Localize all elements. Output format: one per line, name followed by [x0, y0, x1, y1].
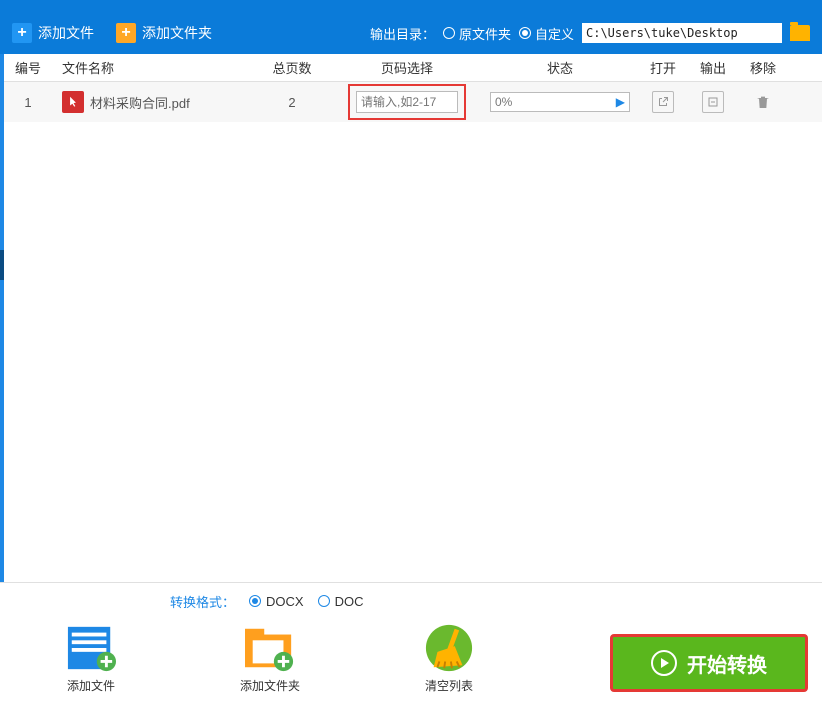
table-header: 编号 文件名称 总页数 页码选择 状态 打开 输出 移除: [0, 54, 822, 82]
row-remove: [738, 91, 788, 113]
add-file-big-label: 添加文件: [67, 677, 115, 694]
row-output: [688, 91, 738, 113]
radio-icon: [318, 595, 330, 607]
radio-icon-selected: [519, 27, 531, 39]
open-icon[interactable]: [652, 91, 674, 113]
titlebar: [0, 0, 822, 12]
col-remove: 移除: [738, 58, 788, 77]
row-filename: 材料采购合同.pdf: [90, 93, 190, 112]
top-toolbar: + 添加文件 + 添加文件夹 输出目录： 原文件夹 自定义: [0, 12, 822, 54]
trash-icon[interactable]: [752, 91, 774, 113]
format-label: 转换格式：: [170, 592, 235, 611]
col-open: 打开: [638, 58, 688, 77]
browse-folder-icon[interactable]: [790, 25, 810, 41]
col-status: 状态: [482, 58, 638, 77]
left-edge-scroll[interactable]: [0, 250, 4, 280]
clear-list-button[interactable]: 清空列表: [420, 623, 478, 694]
bottom-panel: 转换格式： DOCX DOC 添加文件: [0, 582, 822, 706]
row-page-select: [332, 84, 482, 120]
play-circle-icon: [651, 650, 677, 676]
add-file-label: 添加文件: [38, 23, 94, 43]
radio-icon: [443, 27, 455, 39]
clear-list-label: 清空列表: [425, 677, 473, 694]
format-row: 转换格式： DOCX DOC: [0, 583, 822, 619]
add-file-big-button[interactable]: 添加文件: [62, 623, 120, 694]
format-docx-radio[interactable]: DOCX: [249, 594, 304, 609]
start-convert-button[interactable]: 开始转换: [610, 634, 808, 692]
col-num: 编号: [4, 58, 52, 77]
play-icon: ▶: [616, 95, 625, 109]
broom-icon: [420, 623, 478, 673]
output-dir-label: 输出目录：: [370, 24, 435, 43]
add-folder-big-button[interactable]: 添加文件夹: [240, 623, 300, 694]
row-num: 1: [4, 95, 52, 110]
col-name: 文件名称: [52, 58, 252, 77]
add-file-big-icon: [62, 623, 120, 673]
progress-text: 0%: [495, 95, 512, 109]
left-edge-bar: [0, 54, 4, 585]
radio-custom-folder[interactable]: 自定义: [519, 24, 574, 43]
col-page-sel: 页码选择: [332, 58, 482, 77]
row-open: [638, 91, 688, 113]
add-file-button[interactable]: + 添加文件: [12, 23, 94, 43]
page-range-input[interactable]: [356, 91, 458, 113]
row-name-cell: 材料采购合同.pdf: [52, 91, 252, 113]
plus-folder-icon: +: [116, 23, 136, 43]
progress-bar[interactable]: 0% ▶: [490, 92, 630, 112]
plus-file-icon: +: [12, 23, 32, 43]
add-folder-label: 添加文件夹: [142, 23, 212, 43]
add-folder-big-label: 添加文件夹: [240, 677, 300, 694]
row-pages: 2: [252, 95, 332, 110]
radio-original-folder[interactable]: 原文件夹: [443, 24, 511, 43]
col-output: 输出: [688, 58, 738, 77]
row-status: 0% ▶: [482, 92, 638, 112]
start-convert-label: 开始转换: [687, 649, 767, 678]
add-folder-button[interactable]: + 添加文件夹: [116, 23, 212, 43]
add-folder-big-icon: [241, 623, 299, 673]
col-pages: 总页数: [252, 58, 332, 77]
page-input-highlight: [348, 84, 466, 120]
table-row: 1 材料采购合同.pdf 2 0% ▶: [0, 82, 822, 122]
format-doc-radio[interactable]: DOC: [318, 594, 364, 609]
output-icon[interactable]: [702, 91, 724, 113]
pdf-icon: [62, 91, 84, 113]
output-path-input[interactable]: [582, 23, 782, 43]
radio-icon-selected: [249, 595, 261, 607]
